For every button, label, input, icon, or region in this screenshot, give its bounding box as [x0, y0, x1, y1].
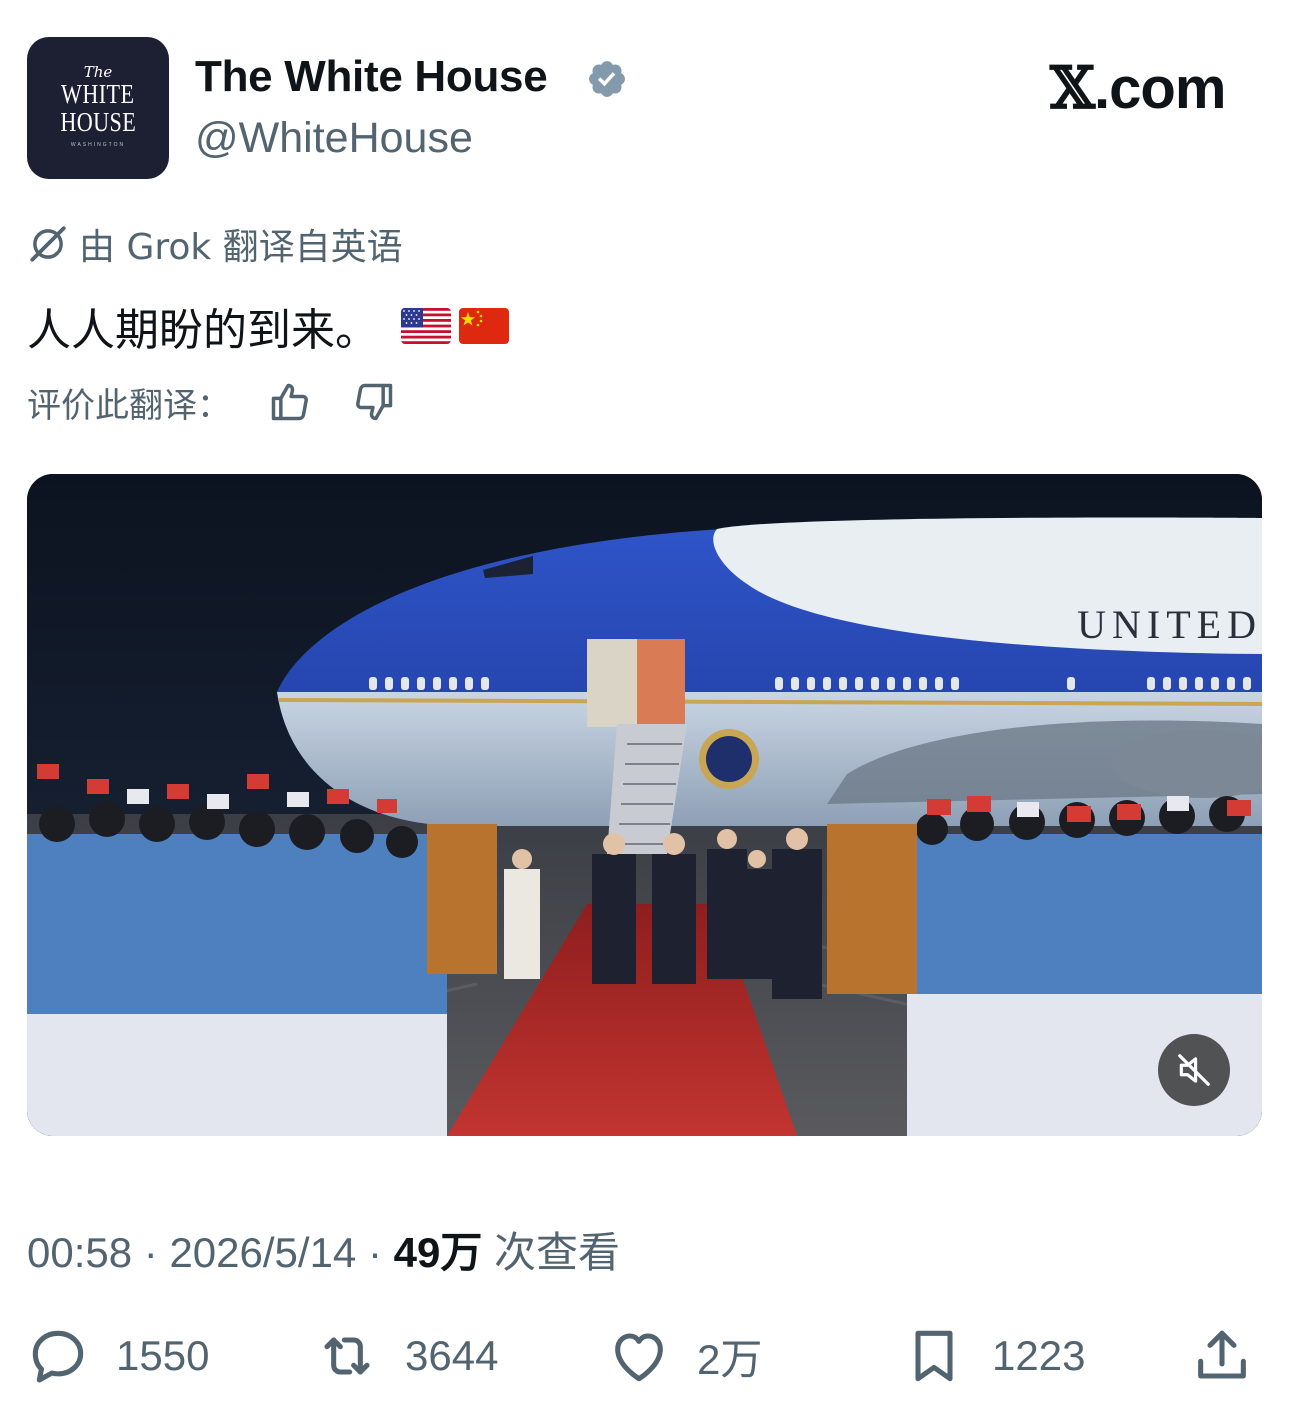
us-flag [401, 308, 451, 344]
share-icon [1198, 1330, 1246, 1379]
thumbs-down-button[interactable] [351, 379, 397, 425]
bookmark-count: 1223 [992, 1332, 1086, 1379]
rate-translation: 评价此翻译： [27, 379, 397, 426]
thumbs-up-button[interactable] [267, 379, 313, 425]
avatar[interactable]: The WHITE HOUSE WASHINGTON [27, 37, 169, 179]
post-time[interactable]: 00:58 [27, 1229, 132, 1276]
translation-note-text: 由 Grok 翻译自英语 [79, 227, 403, 268]
views-count: 49万 [393, 1229, 483, 1276]
grok-icon [30, 226, 66, 262]
repost-button[interactable]: 3644 [315, 1318, 498, 1394]
avatar-text-white: WHITE [61, 79, 135, 109]
x-logo-text: .com [1094, 56, 1226, 121]
bookmark-icon [915, 1330, 953, 1382]
action-bar: 1550 3644 2万 1223 [0, 1318, 1290, 1398]
post-text: 人人期盼的到来。 [27, 294, 509, 358]
translation-note: 由 Grok 翻译自英语 [27, 222, 403, 268]
china-flag [459, 308, 509, 344]
thumbs-down-icon [356, 383, 393, 421]
video-frame: UNITED [27, 474, 1262, 1136]
video-player[interactable]: UNITED [27, 474, 1262, 1136]
reply-icon [32, 1330, 84, 1383]
repost-count: 3644 [405, 1332, 499, 1379]
post-date[interactable]: 2026/5/14 [169, 1229, 356, 1276]
avatar-text-house: HOUSE [60, 107, 136, 137]
display-name[interactable]: The White House [195, 52, 548, 102]
bookmark-button[interactable]: 1223 [902, 1318, 1085, 1394]
repost-icon [324, 1337, 370, 1375]
mute-button[interactable] [1158, 1034, 1230, 1106]
like-count: 2万 [697, 1335, 763, 1383]
rate-translation-label: 评价此翻译： [27, 385, 231, 426]
meta-separator: · [356, 1229, 394, 1276]
x-logo-mark: 𝕏 [1050, 54, 1095, 122]
share-button[interactable] [1190, 1318, 1254, 1394]
reply-count: 1550 [116, 1332, 210, 1379]
handle[interactable]: @WhiteHouse [195, 114, 473, 163]
meta-separator: · [132, 1229, 170, 1276]
aircraft-livery-text: UNITED [1077, 602, 1262, 647]
avatar-text-subtitle: WASHINGTON [70, 142, 126, 148]
post-meta: 00:58 · 2026/5/14 · 49万 次查看 [27, 1219, 620, 1280]
thumbs-up-icon [271, 383, 308, 421]
heart-icon [615, 1333, 663, 1382]
verified-badge-icon [589, 61, 625, 97]
mute-icon [1178, 1054, 1210, 1086]
post-text-body: 人人期盼的到来。 [27, 305, 379, 356]
like-button[interactable]: 2万 [607, 1318, 762, 1394]
views-label: 次查看 [482, 1229, 621, 1276]
reply-button[interactable]: 1550 [26, 1318, 209, 1394]
x-logo: 𝕏.com [1050, 54, 1226, 122]
avatar-text-the: The [83, 63, 113, 81]
